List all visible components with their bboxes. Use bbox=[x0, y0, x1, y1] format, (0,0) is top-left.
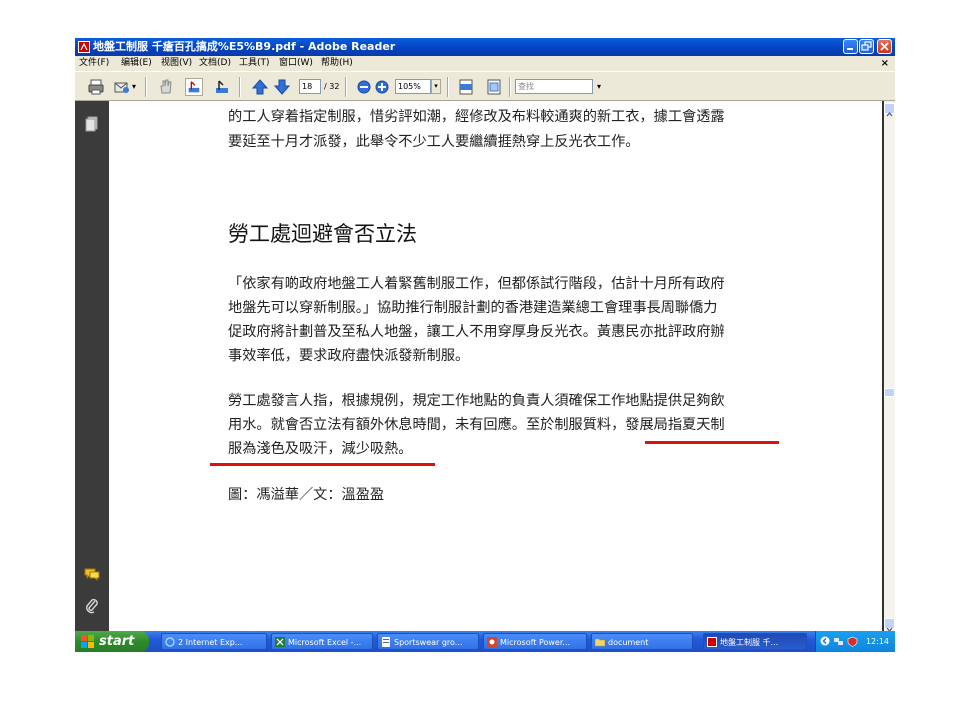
task-excel[interactable]: Microsoft Excel -... bbox=[271, 633, 373, 650]
powerpoint-icon bbox=[487, 637, 497, 647]
task-label: 地盤工制服 千... bbox=[720, 638, 779, 647]
zoom-out-icon[interactable] bbox=[355, 78, 373, 96]
windows-taskbar: start 2 Internet Exp... Microsoft Excel … bbox=[75, 631, 895, 652]
start-button[interactable]: start bbox=[75, 631, 149, 652]
prev-page-icon[interactable] bbox=[251, 78, 269, 96]
red-underline-annotation bbox=[645, 441, 779, 444]
menu-file[interactable]: 文件(F) bbox=[79, 56, 109, 71]
menu-tools[interactable]: 工具(T) bbox=[239, 56, 270, 71]
chevron-up-icon bbox=[886, 111, 893, 117]
zoom-in-icon[interactable] bbox=[373, 78, 391, 96]
task-adobe-reader[interactable]: 地盤工制服 千... bbox=[703, 633, 807, 650]
menu-bar: 文件(F) 编辑(E) 视图(V) 文档(D) 工具(T) 窗口(W) 帮助(H… bbox=[75, 56, 895, 71]
paragraph-3-line-2: 用水。就會否立法有額外休息時間，未有回應。至於制服質料，發展局指夏天制 bbox=[228, 417, 725, 433]
excel-icon bbox=[275, 637, 285, 647]
minimize-icon bbox=[847, 48, 853, 50]
paragraph-2-line-2: 地盤先可以穿新制服。」協助推行制服計劃的香港建造業總工會理事長周聯僑力 bbox=[228, 300, 718, 316]
task-powerpoint[interactable]: Microsoft Power... bbox=[483, 633, 587, 650]
task-sportswear-document[interactable]: Sportswear gro... bbox=[377, 633, 479, 650]
toolbar: ▾ 18 / 32 105% ▾ 查找 ▾ bbox=[75, 71, 895, 101]
next-page-icon[interactable] bbox=[273, 78, 291, 96]
hand-tool-icon[interactable] bbox=[157, 78, 175, 96]
task-label: Microsoft Power... bbox=[500, 638, 571, 647]
paragraph-2-line-3: 促政府將計劃普及至私人地盤，讓工人不用穿厚身反光衣。黃惠民亦批評政府辦 bbox=[228, 324, 725, 340]
section-heading: 勞工處迴避會否立法 bbox=[228, 222, 417, 246]
document-view[interactable]: 的工人穿着指定制服，惜劣評如潮，經修改及布料較通爽的新工衣，據工會透露 要延至十… bbox=[109, 101, 884, 631]
title-bar[interactable]: 地盤工制服 千瘡百孔搞成%E5%B9.pdf - Adobe Reader bbox=[75, 38, 895, 56]
menu-edit[interactable]: 编辑(E) bbox=[121, 56, 152, 71]
toolbar-separator bbox=[447, 77, 449, 97]
task-internet-explorer[interactable]: 2 Internet Exp... bbox=[161, 633, 267, 650]
red-underline-annotation bbox=[210, 463, 435, 466]
search-dropdown-icon[interactable]: ▾ bbox=[597, 79, 601, 94]
paragraph-1-line-1: 的工人穿着指定制服，惜劣評如潮，經修改及布料較通爽的新工衣，據工會透露 bbox=[228, 109, 725, 125]
scroll-thumb[interactable] bbox=[884, 388, 895, 397]
scroll-up-button[interactable] bbox=[884, 103, 895, 117]
network-icon[interactable] bbox=[833, 636, 844, 647]
comments-icon[interactable] bbox=[83, 565, 101, 583]
task-document-folder[interactable]: document bbox=[591, 633, 693, 650]
document-icon bbox=[382, 637, 390, 647]
email-dropdown-icon[interactable]: ▾ bbox=[132, 79, 136, 94]
menu-view[interactable]: 视图(V) bbox=[161, 56, 192, 71]
internet-explorer-icon bbox=[165, 637, 175, 647]
task-label: document bbox=[608, 638, 649, 647]
restore-button[interactable] bbox=[859, 39, 874, 54]
system-tray: 12:14 bbox=[815, 631, 895, 652]
zoom-level-input[interactable]: 105% bbox=[395, 79, 431, 94]
close-icon bbox=[880, 42, 889, 51]
close-button[interactable] bbox=[877, 39, 892, 54]
fit-page-icon[interactable] bbox=[457, 78, 475, 96]
paragraph-3-line-1: 勞工處發言人指，根據規例，規定工作地點的負責人須確保工作地點提供足夠飲 bbox=[228, 393, 725, 409]
select-tool-icon[interactable] bbox=[185, 78, 203, 96]
scroll-down-button[interactable] bbox=[884, 618, 895, 633]
tray-expand-icon[interactable] bbox=[820, 636, 830, 646]
menu-document[interactable]: 文档(D) bbox=[199, 56, 231, 71]
pages-icon[interactable] bbox=[83, 115, 101, 133]
document-close-button[interactable]: × bbox=[881, 56, 889, 71]
task-label: Sportswear gro... bbox=[394, 638, 463, 647]
vertical-scrollbar[interactable] bbox=[884, 101, 895, 633]
email-icon[interactable] bbox=[113, 78, 131, 96]
restore-icon bbox=[861, 41, 872, 51]
folder-icon bbox=[595, 638, 605, 647]
page-number-input[interactable]: 18 bbox=[299, 79, 321, 94]
paragraph-1-line-2: 要延至十月才派發，此舉令不少工人要繼續捱熱穿上反光衣工作。 bbox=[228, 134, 640, 150]
window-title: 地盤工制服 千瘡百孔搞成%E5%B9.pdf - Adobe Reader bbox=[93, 40, 396, 53]
paragraph-2-line-4: 事效率低，要求政府盡快派發新制服。 bbox=[228, 348, 470, 364]
toolbar-separator bbox=[345, 77, 347, 97]
toolbar-separator bbox=[145, 77, 147, 97]
taskbar-clock: 12:14 bbox=[865, 637, 889, 646]
zoom-dropdown-button[interactable]: ▾ bbox=[431, 79, 441, 94]
menu-help[interactable]: 帮助(H) bbox=[321, 56, 353, 71]
toolbar-separator bbox=[509, 77, 511, 97]
security-shield-icon[interactable] bbox=[847, 636, 858, 647]
minimize-button[interactable] bbox=[843, 39, 858, 54]
search-input[interactable]: 查找 bbox=[515, 79, 593, 94]
task-label: Microsoft Excel -... bbox=[288, 638, 362, 647]
adobe-reader-window: 地盤工制服 千瘡百孔搞成%E5%B9.pdf - Adobe Reader 文件… bbox=[75, 38, 895, 652]
pdf-app-icon bbox=[78, 41, 90, 53]
paragraph-2-line-1: 「依家有啲政府地盤工人着緊舊制服工作，但都係試行階段，估計十月所有政府 bbox=[228, 276, 725, 292]
start-label: start bbox=[99, 634, 135, 649]
windows-logo-icon bbox=[81, 635, 94, 648]
menu-window[interactable]: 窗口(W) bbox=[279, 56, 313, 71]
photo-credit: 圖：馮溢華／文：溫盈盈 bbox=[228, 487, 385, 503]
pdf-app-icon bbox=[707, 637, 717, 647]
fit-width-icon[interactable] bbox=[485, 78, 503, 96]
snapshot-icon[interactable] bbox=[213, 78, 231, 96]
paragraph-3-line-3: 服為淺色及吸汗，減少吸熱。 bbox=[228, 441, 413, 457]
attachment-icon[interactable] bbox=[83, 597, 101, 615]
page-total: / 32 bbox=[324, 82, 340, 91]
task-label: 2 Internet Exp... bbox=[178, 638, 243, 647]
print-icon[interactable] bbox=[87, 78, 105, 96]
navigation-panel bbox=[75, 101, 109, 631]
toolbar-separator bbox=[239, 77, 241, 97]
